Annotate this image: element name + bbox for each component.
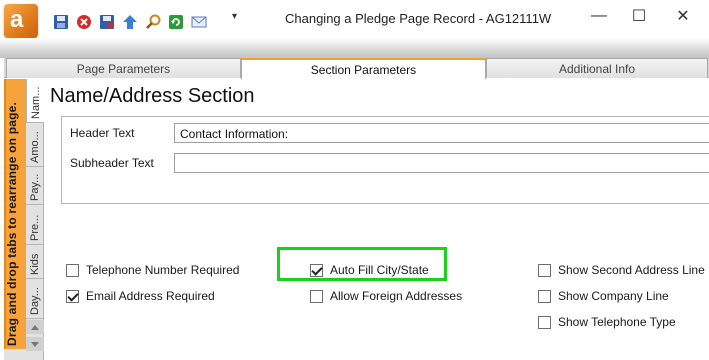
- checkbox-box[interactable]: [538, 289, 551, 303]
- mail-icon[interactable]: [190, 13, 208, 31]
- subheader-text-input[interactable]: [174, 153, 709, 173]
- scroll-up-arrow-icon[interactable]: [26, 320, 44, 334]
- vtab-payment[interactable]: Pay...: [26, 167, 44, 205]
- up-arrow-icon[interactable]: [121, 13, 139, 31]
- save-icon[interactable]: [52, 13, 70, 31]
- checkbox-box[interactable]: [538, 263, 551, 277]
- vtab-kids[interactable]: Kids: [26, 245, 44, 279]
- tab-section-parameters[interactable]: Section Parameters: [241, 58, 486, 79]
- minimize-button[interactable]: —: [588, 6, 610, 26]
- scroll-down-arrow-icon[interactable]: [26, 337, 44, 351]
- drag-hint-text: Drag and drop tabs to rearrange on page.: [5, 101, 19, 346]
- show-second-address-line-checkbox[interactable]: Show Second Address Line: [538, 263, 705, 277]
- header-text-input[interactable]: Contact Information:: [174, 123, 709, 143]
- quick-access-toolbar: [52, 12, 208, 32]
- checkbox-box[interactable]: [66, 263, 79, 277]
- refresh-icon[interactable]: [167, 13, 185, 31]
- section-parameters-panel: Name/Address Section Header Text Contact…: [44, 79, 709, 360]
- telephone-required-checkbox[interactable]: Telephone Number Required: [66, 263, 239, 277]
- vtab-amount[interactable]: Amo...: [26, 123, 44, 167]
- close-button[interactable]: ✕: [672, 6, 694, 26]
- toolbar-separator: [0, 38, 709, 58]
- auto-fill-city-state-checkbox[interactable]: Auto Fill City/State: [310, 263, 429, 277]
- tab-strip: Page Parameters Section Parameters Addit…: [4, 58, 709, 79]
- window-title: Changing a Pledge Page Record - AG12111W: [285, 11, 552, 26]
- header-text-label: Header Text: [70, 126, 135, 140]
- header-fields-group: Header Text Contact Information: Subhead…: [61, 116, 709, 204]
- vtab-premium[interactable]: Pre...: [26, 205, 44, 245]
- section-title: Name/Address Section: [50, 85, 255, 107]
- vtab-name[interactable]: Nam...: [26, 79, 44, 123]
- checkbox-box[interactable]: [310, 289, 323, 303]
- app-logo[interactable]: a: [4, 4, 38, 38]
- cancel-icon[interactable]: [75, 13, 93, 31]
- title-bar: a ▾ Changing a Pledge Page Record - AG12…: [0, 0, 709, 38]
- subheader-text-label: Subheader Text: [70, 156, 154, 170]
- email-required-checkbox[interactable]: Email Address Required: [66, 289, 215, 303]
- tab-page-parameters[interactable]: Page Parameters: [6, 58, 241, 78]
- checkbox-box[interactable]: [310, 263, 323, 277]
- customize-toolbar-button[interactable]: ▾: [232, 11, 237, 22]
- show-telephone-type-checkbox[interactable]: Show Telephone Type: [538, 315, 676, 329]
- allow-foreign-addresses-checkbox[interactable]: Allow Foreign Addresses: [310, 289, 462, 303]
- vtab-day[interactable]: Day...: [26, 279, 44, 319]
- checkbox-box[interactable]: [538, 315, 551, 329]
- checkbox-box[interactable]: [66, 289, 79, 303]
- maximize-button[interactable]: ☐: [628, 6, 650, 26]
- tab-additional-info[interactable]: Additional Info: [486, 58, 708, 78]
- save-close-icon[interactable]: [98, 13, 116, 31]
- show-company-line-checkbox[interactable]: Show Company Line: [538, 289, 669, 303]
- search-icon[interactable]: [144, 13, 162, 31]
